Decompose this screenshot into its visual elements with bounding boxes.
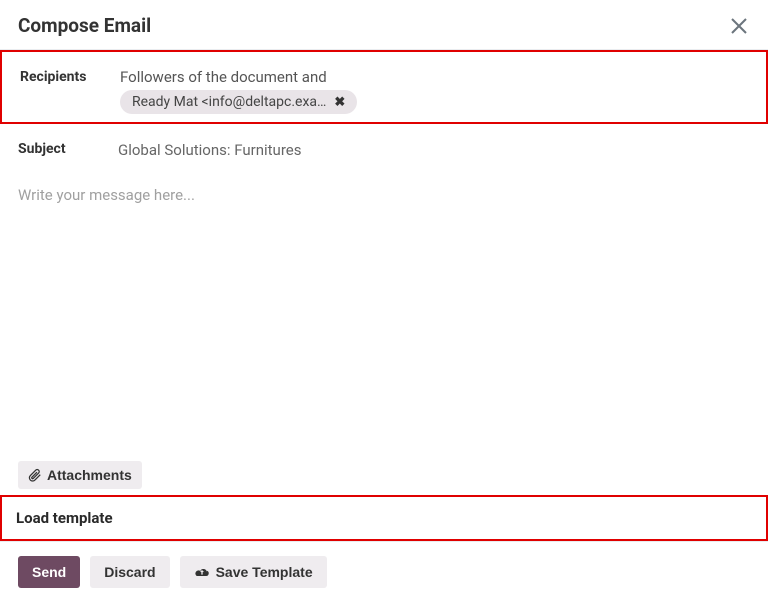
attachments-button[interactable]: Attachments xyxy=(18,461,142,489)
load-template-label: Load template xyxy=(16,509,113,527)
modal-footer: Send Discard Save Template xyxy=(0,541,768,602)
recipient-chip-text: Ready Mat <info@deltapc.exa… xyxy=(132,94,326,110)
recipient-chip[interactable]: Ready Mat <info@deltapc.exa… ✖ xyxy=(120,90,357,114)
discard-label: Discard xyxy=(104,564,155,580)
attachments-row: Attachments xyxy=(0,455,768,495)
save-template-button[interactable]: Save Template xyxy=(180,556,327,588)
discard-button[interactable]: Discard xyxy=(90,556,169,588)
subject-field: Subject Global Solutions: Furnitures xyxy=(0,124,768,167)
subject-value[interactable]: Global Solutions: Furnitures xyxy=(118,138,750,159)
modal-header: Compose Email xyxy=(0,0,768,50)
paperclip-icon xyxy=(28,468,42,482)
save-template-label: Save Template xyxy=(216,564,313,580)
load-template-field[interactable]: Load template xyxy=(0,495,768,541)
modal-body: Recipients Followers of the document and… xyxy=(0,50,768,541)
editor-placeholder: Write your message here... xyxy=(18,186,195,204)
attachments-label: Attachments xyxy=(47,467,132,483)
close-icon xyxy=(730,17,748,35)
modal-title: Compose Email xyxy=(18,14,151,37)
subject-label: Subject xyxy=(18,138,118,157)
recipients-label: Recipients xyxy=(20,66,120,85)
cloud-upload-icon xyxy=(194,565,210,579)
remove-recipient-icon[interactable]: ✖ xyxy=(334,95,345,110)
recipients-value[interactable]: Followers of the document and Ready Mat … xyxy=(120,66,748,114)
followers-text: Followers of the document and xyxy=(120,66,748,90)
message-editor[interactable]: Write your message here... xyxy=(0,167,768,455)
send-button[interactable]: Send xyxy=(18,556,80,588)
compose-email-modal: Compose Email Recipients Followers of th… xyxy=(0,0,768,602)
close-button[interactable] xyxy=(728,17,750,35)
recipients-field: Recipients Followers of the document and… xyxy=(0,50,768,124)
send-label: Send xyxy=(32,564,66,580)
